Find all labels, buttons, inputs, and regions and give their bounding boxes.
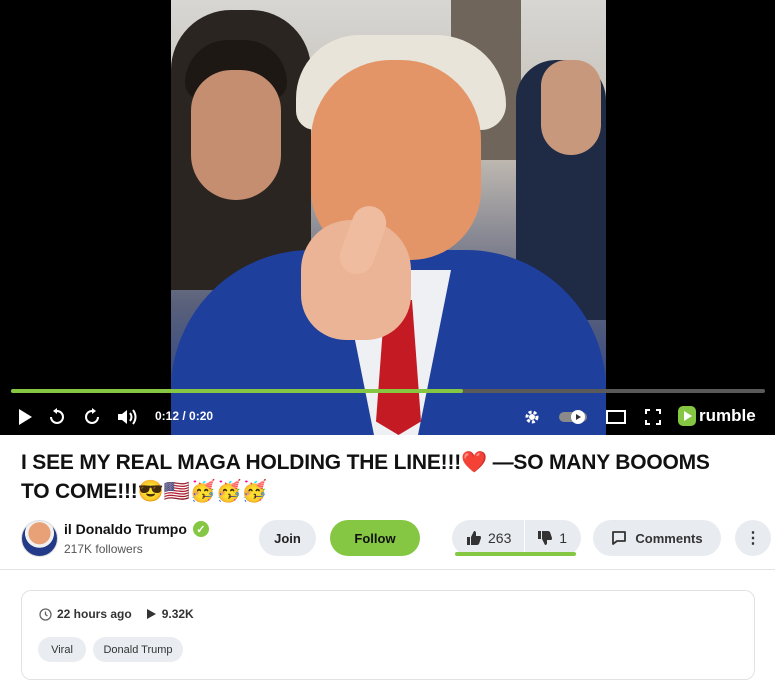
forward-icon[interactable] bbox=[79, 398, 105, 435]
settings-gear-icon[interactable] bbox=[522, 398, 542, 435]
description-card: 22 hours ago 9.32K Viral Donald Trump bbox=[21, 590, 755, 680]
dislike-button[interactable]: 1 bbox=[537, 530, 567, 546]
posted-text: 22 hours ago bbox=[57, 607, 132, 621]
channel-row: il Donaldo Trumpo ✓ 217K followers Join … bbox=[0, 518, 775, 560]
fullscreen-icon[interactable] bbox=[641, 398, 665, 435]
clock-icon bbox=[39, 607, 52, 621]
rumble-logo[interactable]: rumble bbox=[678, 406, 756, 426]
comment-bubble-icon bbox=[612, 531, 627, 545]
comments-button[interactable]: Comments bbox=[593, 520, 721, 556]
tag-viral[interactable]: Viral bbox=[38, 637, 86, 662]
comments-label: Comments bbox=[635, 530, 703, 546]
channel-name[interactable]: il Donaldo Trumpo bbox=[64, 521, 187, 537]
progress-bar[interactable] bbox=[11, 389, 765, 393]
player-controls: 0:12 / 0:20 rumble bbox=[0, 398, 775, 435]
followers-count: 217K followers bbox=[64, 542, 143, 556]
like-button[interactable]: 263 bbox=[466, 530, 511, 546]
follow-button[interactable]: Follow bbox=[330, 520, 420, 556]
verified-check-icon: ✓ bbox=[192, 521, 209, 537]
more-options-button[interactable]: ⋮ bbox=[735, 520, 771, 556]
views-text: 9.32K bbox=[161, 607, 194, 621]
view-count: 9.32K bbox=[146, 607, 194, 621]
posted-time: 22 hours ago bbox=[39, 607, 132, 621]
video-title: I SEE MY REAL MAGA HOLDING THE LINE!!!❤️… bbox=[21, 451, 710, 503]
channel-name-row[interactable]: il Donaldo Trumpo ✓ bbox=[64, 521, 209, 537]
video-frame[interactable] bbox=[171, 0, 606, 435]
rumble-wordmark: rumble bbox=[699, 406, 756, 425]
rumble-mark-icon bbox=[678, 406, 696, 426]
section-divider bbox=[0, 569, 775, 570]
thumbs-down-icon bbox=[538, 531, 553, 545]
views-play-icon bbox=[146, 609, 156, 619]
dislike-count: 1 bbox=[559, 530, 567, 546]
video-figure-left bbox=[171, 10, 311, 290]
time-display: 0:12 / 0:20 bbox=[155, 409, 214, 423]
video-meta: 22 hours ago 9.32K bbox=[39, 607, 194, 621]
thumbs-up-icon bbox=[467, 531, 481, 545]
tag-donald-trump[interactable]: Donald Trump bbox=[93, 637, 183, 662]
rewind-icon[interactable] bbox=[44, 398, 70, 435]
theater-mode-icon[interactable] bbox=[604, 398, 628, 435]
video-player[interactable]: 0:12 / 0:20 rumble bbox=[0, 0, 775, 435]
join-button[interactable]: Join bbox=[259, 520, 316, 556]
vote-divider bbox=[523, 520, 525, 556]
channel-avatar[interactable] bbox=[21, 520, 58, 557]
like-count: 263 bbox=[488, 530, 512, 546]
vote-group: 263 1 bbox=[452, 520, 581, 556]
volume-icon[interactable] bbox=[114, 398, 142, 435]
vote-ratio-bar bbox=[455, 552, 576, 556]
progress-fill bbox=[11, 389, 464, 393]
play-icon[interactable] bbox=[12, 398, 38, 435]
autoplay-toggle[interactable] bbox=[557, 398, 589, 435]
